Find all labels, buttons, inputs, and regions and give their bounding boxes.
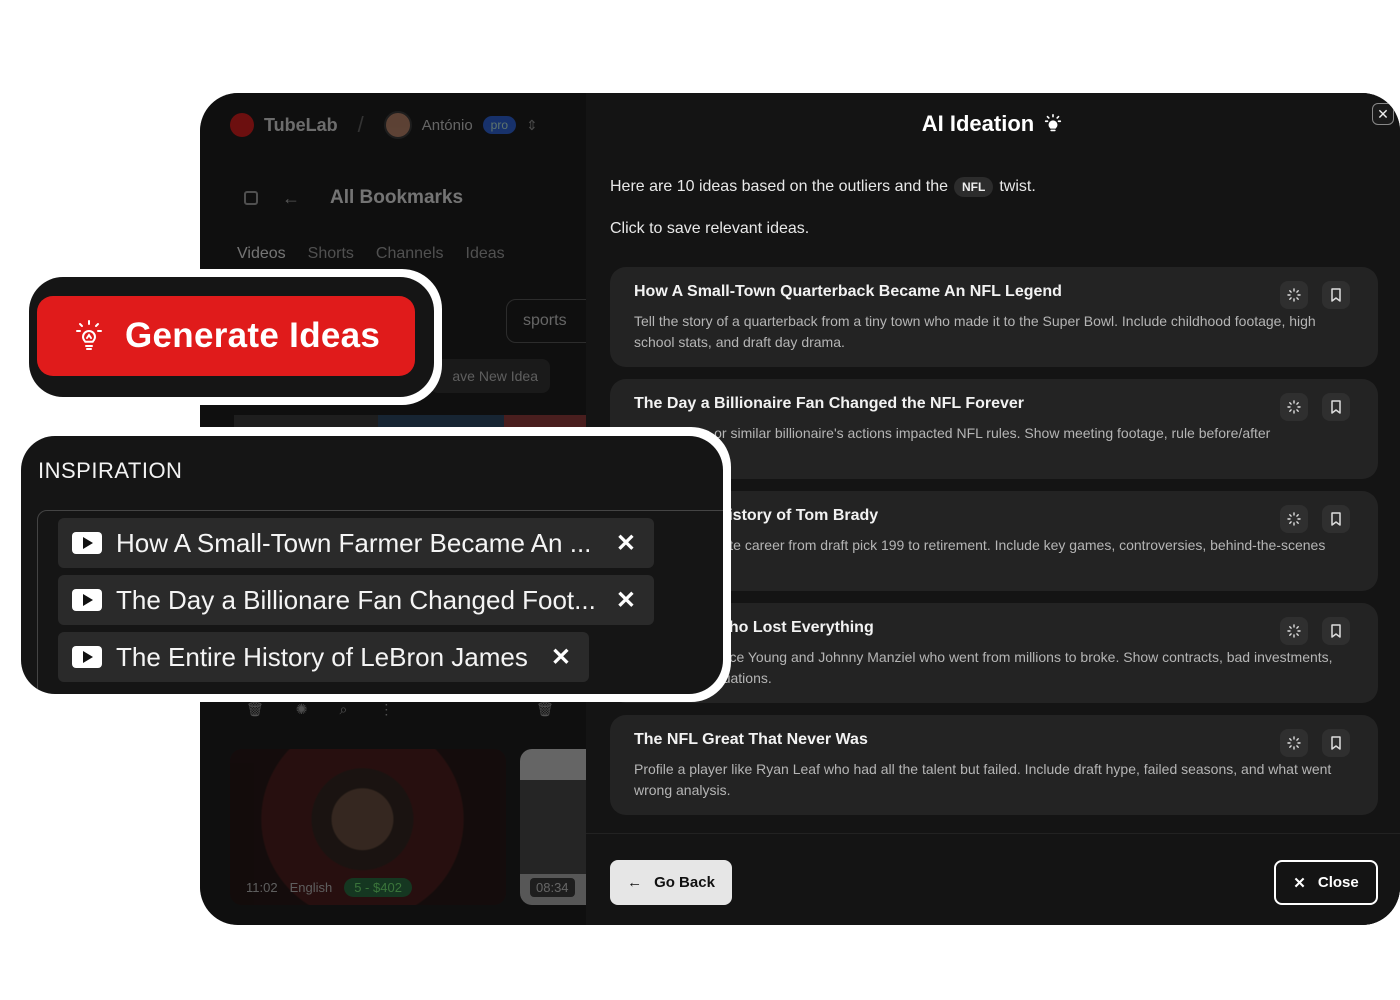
- idea-card[interactable]: The NFL Great That Never Was Profile a p…: [610, 715, 1378, 815]
- go-back-label: Go Back: [654, 874, 715, 891]
- video-duration: 08:34: [530, 878, 575, 897]
- bookmark-icon[interactable]: [1322, 281, 1350, 309]
- user-name: António: [421, 116, 473, 134]
- twist-chip: NFL: [954, 177, 994, 197]
- inspiration-list: How A Small-Town Farmer Became An ... ✕ …: [37, 510, 723, 694]
- close-icon: ✕: [1293, 874, 1306, 892]
- trash-icon[interactable]: 🗑: [536, 701, 554, 718]
- arrow-left-icon: ←: [627, 874, 643, 891]
- close-button[interactable]: ✕ Close: [1274, 860, 1378, 905]
- sparkle-icon[interactable]: [1280, 617, 1308, 645]
- avatar[interactable]: [383, 111, 412, 139]
- tab-bar: Videos Shorts Channels Ideas: [237, 245, 505, 263]
- intro-prefix: Here are 10 ideas based on the outliers …: [610, 178, 949, 195]
- inspiration-item-title: The Entire History of LeBron James: [116, 641, 528, 672]
- idea-description: Profile a player like Ryan Leaf who had …: [634, 761, 1332, 798]
- sparkle-icon[interactable]: [1280, 393, 1308, 421]
- save-new-idea-button[interactable]: ave New Idea: [430, 359, 550, 393]
- remove-icon[interactable]: ✕: [551, 643, 571, 672]
- page-header: ← All Bookmarks: [244, 187, 463, 209]
- sparkle-icon[interactable]: [1280, 729, 1308, 757]
- lightbulb-icon: [76, 320, 102, 350]
- intro-line: Here are 10 ideas based on the outliers …: [610, 177, 1036, 197]
- tab-videos[interactable]: Videos: [237, 245, 286, 263]
- youtube-icon: [72, 646, 102, 668]
- tab-channels[interactable]: Channels: [376, 245, 444, 263]
- bookmark-icon[interactable]: [1322, 617, 1350, 645]
- inspiration-item[interactable]: The Entire History of LeBron James ✕: [58, 632, 589, 682]
- inspiration-callout: INSPIRATION How A Small-Town Farmer Beca…: [21, 427, 731, 702]
- generate-ideas-button[interactable]: Generate Ideas: [37, 296, 415, 376]
- intro-instruction: Click to save relevant ideas.: [610, 220, 810, 237]
- tab-ideas[interactable]: Ideas: [466, 245, 505, 263]
- tubelab-logo-icon: [230, 113, 254, 137]
- idea-actions: [1280, 617, 1350, 645]
- close-icon[interactable]: ✕: [1372, 103, 1394, 125]
- idea-title: The Day a Billionaire Fan Changed the NF…: [634, 395, 1025, 412]
- inspiration-item[interactable]: How A Small-Town Farmer Became An ... ✕: [58, 518, 654, 568]
- top-bar: TubeLab / António pro ⇕: [200, 93, 586, 157]
- chevron-updown-icon[interactable]: ⇕: [526, 117, 538, 134]
- remove-icon[interactable]: ✕: [616, 529, 636, 558]
- logo-text: TubeLab: [264, 114, 338, 135]
- idea-title: How A Small-Town Quarterback Became An N…: [634, 283, 1062, 300]
- bulb-icon[interactable]: ✺: [296, 701, 308, 718]
- idea-description: Mark Cuban or similar billionaire's acti…: [634, 425, 1271, 462]
- tab-shorts[interactable]: Shorts: [308, 245, 354, 263]
- plan-badge: pro: [482, 116, 517, 134]
- sparkle-icon[interactable]: [1280, 281, 1308, 309]
- bookmark-icon[interactable]: [1322, 729, 1350, 757]
- video-meta: 11:02 English 5 - $402: [246, 878, 412, 897]
- bookmark-icon[interactable]: [1322, 393, 1350, 421]
- video-duration: 11:02: [246, 880, 278, 895]
- idea-actions: [1280, 729, 1350, 757]
- idea-description: Players like Vince Young and Johnny Manz…: [634, 649, 1333, 686]
- lightbulb-icon: [1045, 114, 1062, 132]
- idea-actions: [1280, 505, 1350, 533]
- search-icon[interactable]: ⌕: [340, 701, 348, 718]
- inspiration-item[interactable]: The Day a Billionare Fan Changed Foot...…: [58, 575, 654, 625]
- inspiration-item-title: How A Small-Town Farmer Became An ...: [116, 527, 592, 558]
- youtube-icon: [72, 532, 102, 554]
- sparkle-icon[interactable]: [1280, 505, 1308, 533]
- video-language: English: [289, 880, 333, 895]
- modal-title-text: AI Ideation: [921, 111, 1035, 136]
- idea-description: Brady's complete career from draft pick …: [634, 537, 1326, 574]
- close-label: Close: [1317, 874, 1359, 891]
- inspiration-item-title: The Day a Billionare Fan Changed Foot...: [116, 584, 596, 615]
- idea-description: Tell the story of a quarterback from a t…: [634, 313, 1316, 350]
- idea-title: The NFL Great That Never Was: [634, 731, 868, 748]
- video-actions-2: 🗑: [536, 701, 554, 718]
- idea-actions: [1280, 393, 1350, 421]
- bookmark-icon[interactable]: [1322, 505, 1350, 533]
- modal-title: AI Ideation: [586, 111, 1400, 137]
- page-title: All Bookmarks: [330, 187, 464, 208]
- video-actions: 🗑 ✺ ⌕ ⋮: [246, 701, 393, 718]
- inspiration-heading: INSPIRATION: [38, 458, 183, 483]
- youtube-icon: [72, 589, 102, 611]
- idea-actions: [1280, 281, 1350, 309]
- intro-suffix: twist.: [999, 178, 1036, 195]
- go-back-button[interactable]: ← Go Back: [610, 860, 732, 905]
- generate-ideas-label: Generate Ideas: [125, 316, 381, 355]
- more-icon[interactable]: ⋮: [379, 701, 393, 718]
- trash-icon[interactable]: 🗑: [246, 701, 264, 718]
- back-arrow-icon[interactable]: ←: [282, 188, 300, 209]
- callout-inner: INSPIRATION How A Small-Town Farmer Beca…: [21, 436, 723, 694]
- remove-icon[interactable]: ✕: [616, 586, 636, 615]
- stage: TubeLab / António pro ⇕ ← All Bookmarks …: [0, 0, 1400, 1000]
- idea-card[interactable]: How A Small-Town Quarterback Became An N…: [610, 267, 1378, 367]
- video-revenue-badge: 5 - $402: [344, 878, 412, 897]
- divider-slash: /: [357, 112, 364, 137]
- sidebar-toggle-icon[interactable]: [244, 191, 258, 205]
- modal-footer: ← Go Back ✕ Close: [586, 833, 1400, 925]
